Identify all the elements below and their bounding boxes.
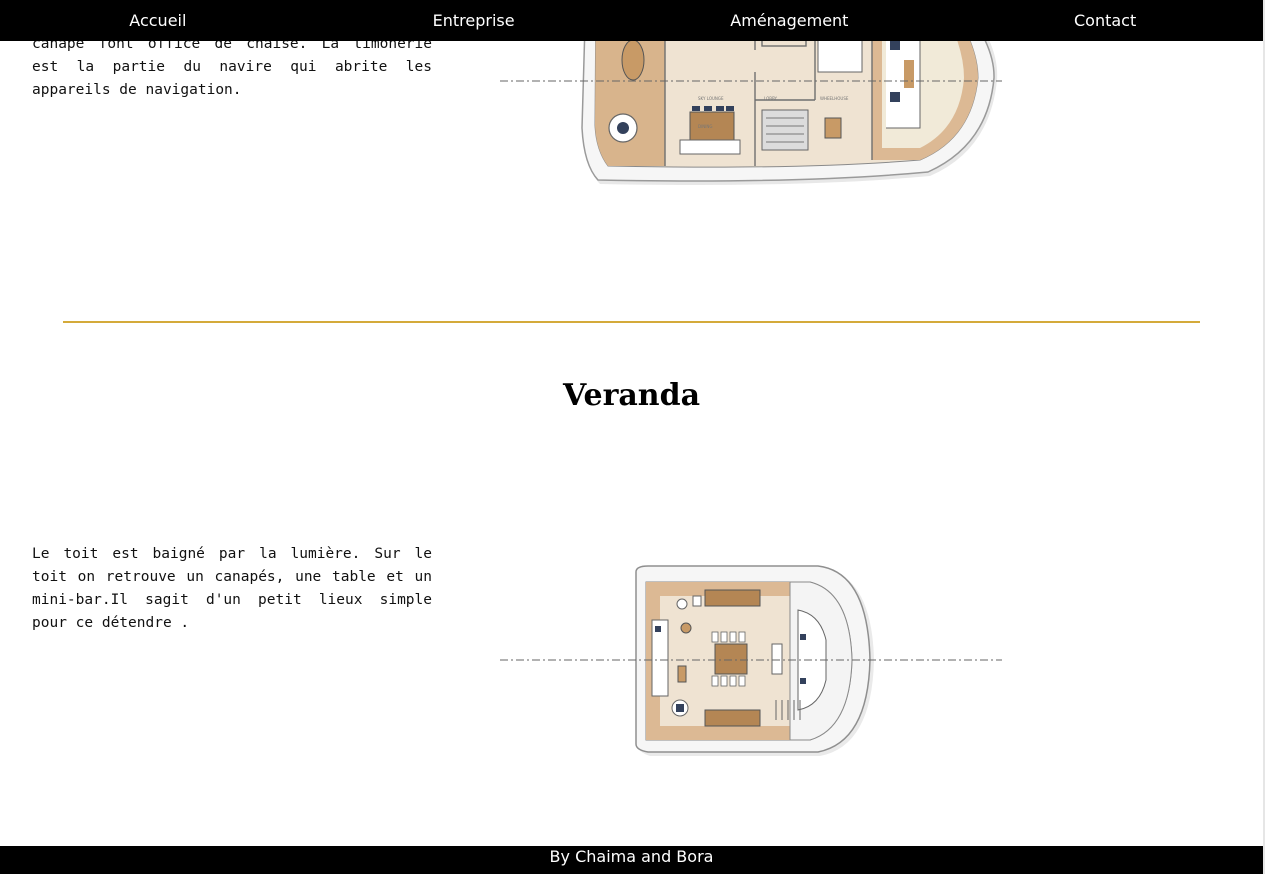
footer-credits: By Chaima and Bora [0, 846, 1263, 874]
upper-deck-description: canapé font office de chaise. La timoner… [32, 36, 432, 98]
nav-amenagement[interactable]: Aménagement [632, 0, 948, 41]
nav-accueil[interactable]: Accueil [0, 0, 316, 41]
section-divider [63, 321, 1200, 323]
svg-text:LOBBY: LOBBY [764, 96, 778, 101]
page: SKY LOUNGE LOBBY WHEELHOUSE DINING canap… [0, 0, 1265, 874]
veranda-deck-plan-image [500, 565, 1002, 756]
nav-contact[interactable]: Contact [947, 0, 1263, 41]
svg-text:SKY LOUNGE: SKY LOUNGE [698, 96, 724, 101]
nav-entreprise[interactable]: Entreprise [316, 0, 632, 41]
svg-text:WHEELHOUSE: WHEELHOUSE [820, 96, 849, 101]
veranda-description: Le toit est baigné par la lumière. Sur l… [32, 546, 432, 631]
veranda-title: Veranda [562, 378, 701, 413]
top-navigation: Accueil Entreprise Aménagement Contact [0, 0, 1263, 41]
svg-text:DINING: DINING [698, 124, 713, 129]
